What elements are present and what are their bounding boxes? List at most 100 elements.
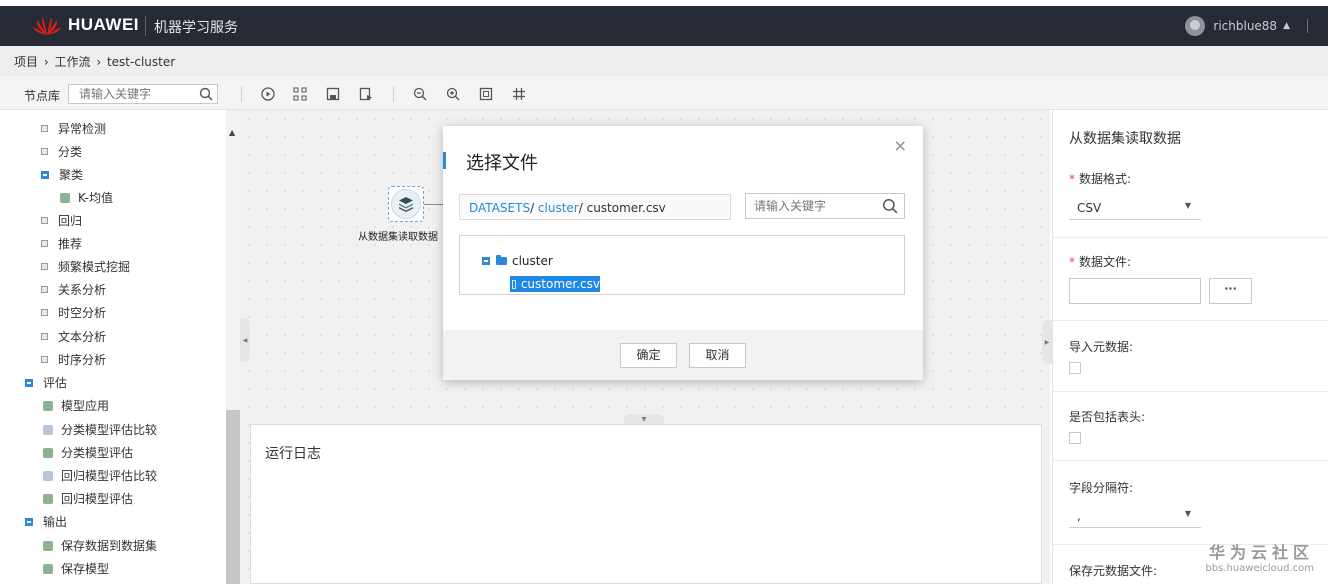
confirm-button[interactable]: 确定: [620, 343, 677, 368]
expand-icon: [41, 356, 48, 363]
tree-item-label: 模型应用: [61, 399, 110, 413]
file-search-input[interactable]: [746, 194, 874, 218]
tree-item-model-apply[interactable]: 模型应用: [43, 397, 109, 414]
node-connector: [424, 204, 444, 205]
tree-item-recommend[interactable]: 推荐: [41, 235, 82, 252]
import-meta-checkbox[interactable]: [1069, 362, 1081, 374]
workflow-node-label: 从数据集读取数据: [358, 232, 438, 243]
has-header-label: 是否包括表头:: [1069, 410, 1146, 424]
dialog-accent-bar: [443, 152, 446, 169]
collapse-icon[interactable]: [482, 257, 490, 265]
expand-icon: [41, 286, 48, 293]
browse-file-button[interactable]: ···: [1209, 278, 1252, 304]
cancel-button[interactable]: 取消: [689, 343, 746, 368]
service-name[interactable]: 机器学习服务: [154, 17, 238, 37]
algorithm-icon: [43, 447, 53, 458]
delimiter-select[interactable]: , ▼: [1069, 504, 1201, 528]
chevron-down-icon: ▼: [1184, 201, 1191, 210]
tree-item-text[interactable]: 文本分析: [41, 328, 106, 345]
huawei-logo[interactable]: HUAWEI: [32, 14, 139, 36]
watermark: 华为云社区 bbs.huaweicloud.com: [1205, 539, 1314, 574]
avatar: [1185, 16, 1206, 36]
collapse-left-panel-icon[interactable]: ◀: [240, 318, 250, 362]
tree-item-timeseries[interactable]: 时序分析: [41, 351, 106, 368]
tree-item-label: 分类: [58, 145, 83, 159]
import-meta-label: 导入元数据:: [1069, 340, 1134, 354]
toolbar: 节点库: [0, 76, 1328, 110]
run-icon[interactable]: [260, 86, 276, 102]
fit-icon[interactable]: [478, 86, 494, 102]
tree-item-label: K-均值: [78, 191, 113, 205]
tree-item-label: 频繁模式挖掘: [58, 260, 131, 274]
tree-item-label: 回归模型评估: [61, 492, 134, 506]
tree-item-relation[interactable]: 关系分析: [41, 281, 106, 298]
tree-item-evaluation[interactable]: 评估: [25, 374, 67, 391]
expand-icon: [41, 217, 48, 224]
tree-item-classification[interactable]: 分类: [41, 143, 82, 160]
data-file-field[interactable]: [1069, 278, 1201, 304]
zoom-out-icon[interactable]: [412, 86, 428, 102]
search-icon[interactable]: [199, 87, 213, 101]
expand-icon: [41, 309, 48, 316]
expand-icon: [41, 263, 48, 270]
breadcrumb-item-project[interactable]: 项目: [14, 55, 38, 69]
expand-icon: [41, 333, 48, 340]
tree-item-label: 异常检测: [58, 122, 107, 136]
file-path-breadcrumb: DATASETS/ cluster/ customer.csv: [459, 194, 731, 220]
file-item-selected[interactable]: customer.csv: [510, 276, 600, 292]
dialog-title: 选择文件: [466, 153, 538, 174]
scroll-up-icon[interactable]: ▲: [229, 128, 235, 137]
breadcrumb-separator: ›: [96, 55, 102, 69]
tree-item-kmeans[interactable]: K-均值: [60, 189, 113, 206]
has-header-checkbox[interactable]: [1069, 432, 1081, 444]
tree-item-label: 文本分析: [58, 330, 107, 344]
path-separator: /: [530, 201, 538, 215]
tree-item-class-eval[interactable]: 分类模型评估: [43, 444, 133, 461]
tree-scrollbar-thumb[interactable]: [226, 410, 240, 584]
tree-item-output[interactable]: 输出: [25, 513, 67, 530]
tree-item-spatiotemporal[interactable]: 时空分析: [41, 304, 106, 321]
tree-item-anomaly[interactable]: 异常检测: [41, 120, 106, 137]
grid-icon[interactable]: [511, 86, 527, 102]
path-folder-link[interactable]: cluster: [538, 201, 579, 215]
tree-item-clustering[interactable]: 聚类: [41, 166, 83, 183]
tree-item-regression[interactable]: 回归: [41, 212, 82, 229]
collapse-right-panel-icon[interactable]: ▶: [1042, 320, 1052, 364]
file-search: [745, 193, 905, 219]
log-toggle-icon[interactable]: ▼: [624, 414, 664, 424]
node-search: [68, 84, 218, 104]
save-as-icon[interactable]: [358, 86, 374, 102]
algorithm-icon: [43, 400, 53, 411]
data-format-label: * 数据格式:: [1069, 170, 1131, 187]
algorithm-icon: [43, 424, 53, 435]
collapse-icon: [41, 170, 49, 179]
tree-item-save-dataset[interactable]: 保存数据到数据集: [43, 537, 157, 554]
tree-item-class-eval-compare[interactable]: 分类模型评估比较: [43, 421, 157, 438]
expand-icon: [41, 125, 48, 132]
algorithm-icon: [43, 540, 53, 551]
breadcrumb-item-current: test-cluster: [106, 55, 176, 69]
data-format-label-text: 数据格式:: [1079, 172, 1132, 186]
tree-item-save-model[interactable]: 保存模型: [43, 560, 109, 577]
path-root-link[interactable]: DATASETS: [469, 201, 530, 215]
data-file-label-text: 数据文件:: [1079, 255, 1132, 269]
tree-item-label: 保存模型: [61, 562, 110, 576]
zoom-in-icon[interactable]: [445, 86, 461, 102]
divider: [1053, 460, 1328, 461]
node-library-label: 节点库: [24, 89, 61, 103]
collapse-icon: [25, 517, 33, 526]
tree-item-reg-eval-compare[interactable]: 回归模型评估比较: [43, 467, 157, 484]
tree-item-pattern-mining[interactable]: 频繁模式挖掘: [41, 258, 130, 275]
user-menu[interactable]: richblue88 ▲: [1185, 16, 1290, 36]
delimiter-value: ,: [1077, 509, 1081, 523]
node-search-input[interactable]: [69, 85, 187, 103]
search-icon[interactable]: [882, 198, 898, 214]
close-icon[interactable]: ×: [894, 136, 907, 155]
save-icon[interactable]: [325, 86, 341, 102]
workflow-node[interactable]: [388, 186, 424, 222]
tree-item-reg-eval[interactable]: 回归模型评估: [43, 490, 133, 507]
folder-item-cluster[interactable]: cluster: [482, 254, 553, 268]
layout-icon[interactable]: [292, 86, 308, 102]
breadcrumb-item-workflow[interactable]: 工作流: [54, 55, 90, 69]
data-format-select[interactable]: CSV ▼: [1069, 196, 1201, 220]
